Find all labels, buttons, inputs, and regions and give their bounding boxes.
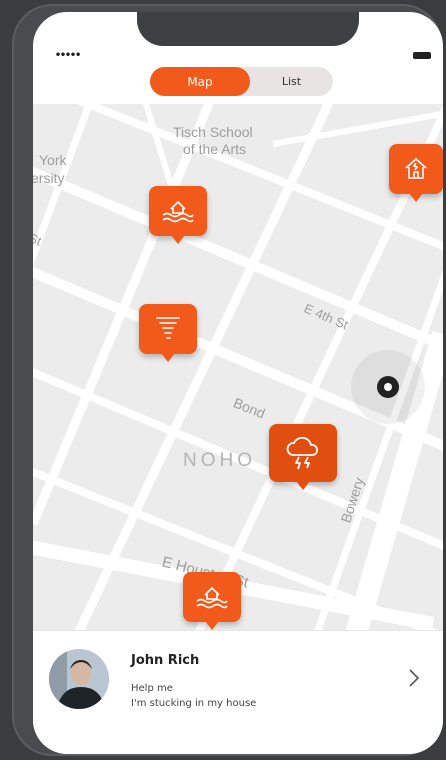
flood-marker-2[interactable]: [183, 572, 241, 630]
storm-marker[interactable]: [269, 424, 337, 490]
flood-icon: [196, 586, 228, 609]
signal-dots-icon: •••••: [55, 50, 81, 61]
map-label-tisch-2: of the Arts: [183, 141, 247, 157]
avatar: [49, 649, 109, 709]
battery-icon: [413, 52, 431, 59]
tornado-marker[interactable]: [139, 304, 197, 362]
map-label-york: York: [39, 152, 67, 168]
map-tab[interactable]: Map: [150, 67, 250, 96]
person-photo: [49, 649, 109, 709]
help-request-card[interactable]: John Rich Help me I'm stucking in my hou…: [33, 630, 443, 729]
location-dot-icon[interactable]: [377, 376, 399, 398]
flood-icon: [162, 200, 194, 223]
view-toggle: Map List: [150, 67, 333, 96]
earthquake-house-marker[interactable]: [389, 144, 443, 202]
request-message-line1: Help me: [131, 683, 173, 694]
app-screen: ••••• Map List Tisch School of the Arts …: [33, 12, 443, 754]
phone-notch: [137, 12, 359, 46]
list-tab[interactable]: List: [250, 67, 333, 96]
storm-icon: [286, 436, 318, 470]
earthquake-house-icon: [405, 157, 427, 179]
tornado-icon: [156, 317, 180, 339]
requester-name: John Rich: [131, 653, 200, 668]
map-label-tisch: Tisch School: [173, 124, 253, 140]
phone-frame: ••••• Map List Tisch School of the Arts …: [12, 4, 443, 756]
map-label-noho: NOHO: [183, 450, 256, 471]
request-message-line2: I'm stucking in my house: [131, 698, 257, 709]
map-view[interactable]: Tisch School of the Arts York ersity St …: [33, 104, 443, 634]
flood-marker[interactable]: [149, 186, 207, 244]
chevron-right-icon[interactable]: [407, 667, 421, 689]
map-label-york-2: ersity: [33, 170, 65, 186]
